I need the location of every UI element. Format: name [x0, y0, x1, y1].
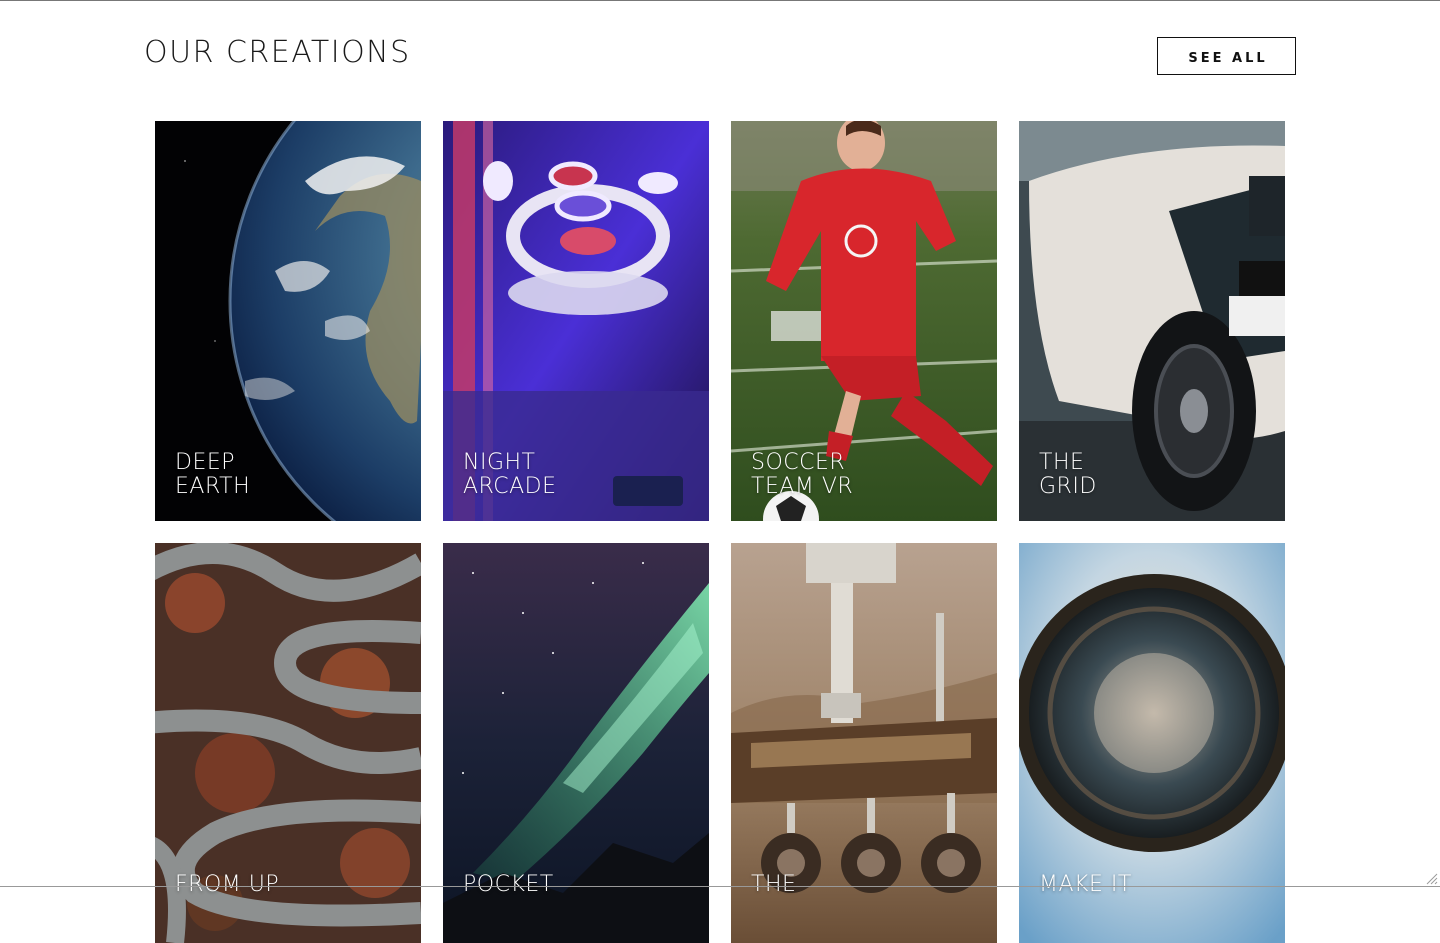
card-title-line1: NIGHT [463, 450, 536, 475]
creation-card-the-rover[interactable]: THE [731, 543, 997, 943]
creation-card-from-up[interactable]: FROM UP [155, 543, 421, 943]
card-title-line1: DEEP [175, 450, 236, 475]
card-title-line2: TEAM VR [751, 474, 854, 499]
card-title-line1: MAKE IT [1039, 872, 1132, 897]
page-title: OUR CREATIONS [144, 35, 411, 70]
card-title-line1: THE [751, 872, 797, 897]
creation-card-deep-earth[interactable]: DEEP EARTH [155, 121, 421, 521]
top-divider [0, 0, 1440, 1]
creation-card-the-grid[interactable]: THE GRID [1019, 121, 1285, 521]
resize-grip-icon[interactable] [1426, 873, 1438, 885]
creation-card-night-arcade[interactable]: NIGHT ARCADE [443, 121, 709, 521]
creation-card-soccer-team-vr[interactable]: SOCCER TEAM VR [731, 121, 997, 521]
card-title: NIGHT ARCADE [463, 451, 557, 499]
card-title-line1: FROM UP [175, 872, 280, 897]
card-title: MAKE IT [1039, 873, 1132, 897]
card-title: FROM UP [175, 873, 279, 897]
card-title-line1: POCKET [463, 872, 554, 897]
card-title-line2: EARTH [175, 474, 251, 499]
card-title: THE [751, 873, 796, 897]
card-title: SOCCER TEAM VR [751, 451, 853, 499]
card-title: DEEP EARTH [175, 451, 250, 499]
card-title-line1: THE [1039, 450, 1085, 475]
creation-card-make-it[interactable]: MAKE IT [1019, 543, 1285, 943]
card-title: POCKET [463, 873, 554, 897]
card-title: THE GRID [1039, 451, 1097, 499]
creation-card-pocket[interactable]: POCKET [443, 543, 709, 943]
see-all-button[interactable]: SEE ALL [1157, 37, 1296, 75]
card-title-line1: SOCCER [751, 450, 846, 475]
card-title-line2: GRID [1039, 474, 1097, 499]
card-title-line2: ARCADE [463, 474, 557, 499]
